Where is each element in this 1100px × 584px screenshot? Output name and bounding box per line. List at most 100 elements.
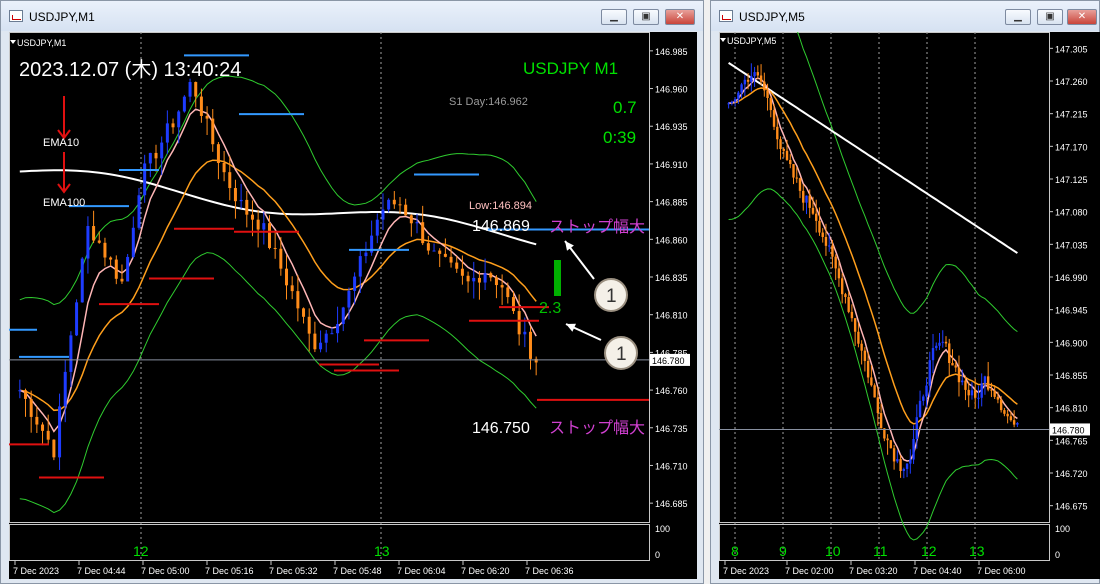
maximize-button[interactable]: ▣ [633, 9, 659, 25]
time-axis-label: 7 Dec 04:44 [77, 566, 126, 576]
candle-body [889, 440, 893, 449]
hour-label: 12 [921, 543, 937, 559]
price-chart-m5[interactable]: USDJPY,M5 147.305 147.260 147.215 147.170 14… [719, 32, 1100, 579]
time-axis-label: 7 Dec 05:00 [141, 566, 190, 576]
candle-body [866, 360, 870, 378]
candle-body [426, 243, 430, 251]
spread-value: 0.7 [613, 98, 637, 117]
candle-body [364, 252, 368, 257]
dropdown-triangle-icon [10, 40, 16, 44]
minimize-button[interactable]: ▁ [601, 9, 627, 25]
candle-body [358, 256, 362, 277]
candle-body [188, 82, 192, 97]
candle-body [194, 82, 198, 97]
candle-body [449, 256, 453, 263]
time-axis-label: 7 Dec 06:04 [397, 566, 446, 576]
candle-body [1009, 416, 1013, 421]
candle-body [837, 268, 841, 279]
candle-body [256, 219, 260, 230]
ema100-line [19, 169, 537, 246]
bollinger-upper-line [796, 32, 1018, 333]
bollinger-lower-line [19, 252, 537, 514]
dropdown-triangle-icon [720, 38, 726, 42]
ema100-label: EMA100 [43, 197, 85, 209]
callout-number: 1 [606, 286, 617, 307]
candle-body [785, 150, 789, 160]
candle-body [205, 115, 209, 119]
candle-body [381, 209, 385, 220]
candle-body [489, 273, 493, 278]
candle-body [267, 223, 271, 249]
candle-body [938, 342, 941, 346]
candle-body [759, 75, 763, 82]
chart-window-m1[interactable]: USDJPY,M1 ▁ ▣ ✕ USDJPY,M1 2023.12.07 (木) … [0, 0, 704, 584]
candle-body [922, 396, 925, 401]
candle-body [290, 285, 294, 292]
maximize-button[interactable]: ▣ [1037, 9, 1063, 25]
candle-body [387, 199, 391, 210]
chart-window-m5[interactable]: USDJPY,M5 ▁ ▣ ✕ USDJPY,M5 147.305 147.260… [710, 0, 1100, 584]
chart-symbol-label: USDJPY,M1 [17, 38, 66, 48]
candle-body [905, 463, 909, 469]
symbol-timeframe-text: USDJPY M1 [523, 59, 618, 78]
candle-body [983, 376, 987, 384]
candle-body [307, 316, 311, 334]
stop-width-label: ストップ幅大 [549, 218, 645, 236]
candle-body [103, 242, 107, 258]
candle-body [990, 389, 993, 391]
chart-window-icon [719, 10, 733, 22]
subwindow-frame [9, 524, 650, 561]
time-axis-label: 7 Dec 05:16 [205, 566, 254, 576]
candle-body [808, 195, 811, 208]
candle-body [302, 308, 306, 317]
candle-body [847, 297, 850, 312]
price-tick-label: 146.855 [1055, 371, 1088, 381]
candle-body [46, 430, 50, 440]
candle-body [1003, 410, 1006, 414]
candle-body [319, 342, 323, 350]
window-titlebar[interactable]: USDJPY,M1 ▁ ▣ ✕ [1, 1, 703, 31]
price-tick-label: 146.935 [655, 122, 688, 132]
candle-body [948, 343, 951, 364]
hour-label: 13 [374, 543, 390, 559]
candle-body [409, 215, 413, 224]
candle-body [517, 311, 521, 335]
price-chart-m1[interactable]: USDJPY,M1 2023.12.07 (木) 13:40:24 USDJPY M… [9, 32, 697, 579]
candle-body [120, 278, 124, 282]
candle-body [996, 396, 1000, 400]
subwindow-tick-label: 100 [1055, 524, 1070, 534]
close-button[interactable]: ✕ [1067, 9, 1097, 25]
candle-body [993, 390, 996, 397]
candle-body [941, 341, 944, 343]
candle-body [769, 97, 772, 111]
window-titlebar[interactable]: USDJPY,M5 ▁ ▣ ✕ [711, 1, 1099, 31]
candle-body [375, 219, 379, 236]
candle-body [766, 90, 769, 98]
candle-body [494, 277, 498, 286]
price-tick-label: 147.260 [1055, 77, 1088, 87]
candle-body [802, 190, 805, 203]
price-tick-label: 146.685 [655, 499, 688, 509]
close-button[interactable]: ✕ [665, 9, 695, 25]
candle-body [980, 383, 983, 398]
candle-body [92, 226, 96, 241]
candle-body [483, 273, 487, 283]
candle-body [245, 199, 249, 215]
candle-body [957, 367, 961, 383]
minimize-button[interactable]: ▁ [1005, 9, 1031, 25]
candle-body [432, 250, 436, 252]
candle-body [824, 236, 828, 246]
subwindow-tick-label: 0 [655, 550, 660, 560]
time-axis-label: 7 Dec 06:00 [977, 566, 1026, 576]
candle-body [80, 258, 84, 303]
low-price-label: Low:146.894 [469, 200, 532, 212]
ema100-line [728, 62, 1018, 254]
price-tick-label: 147.305 [1055, 44, 1088, 54]
chart-frame [719, 32, 1050, 523]
candle-body [743, 79, 747, 85]
price-tick-label: 146.810 [1055, 404, 1088, 414]
subwindow-tick-label: 0 [1055, 550, 1060, 560]
stop-level-high-price: 146.869 [472, 218, 530, 235]
candle-body [262, 223, 266, 230]
candle-body [279, 248, 283, 269]
